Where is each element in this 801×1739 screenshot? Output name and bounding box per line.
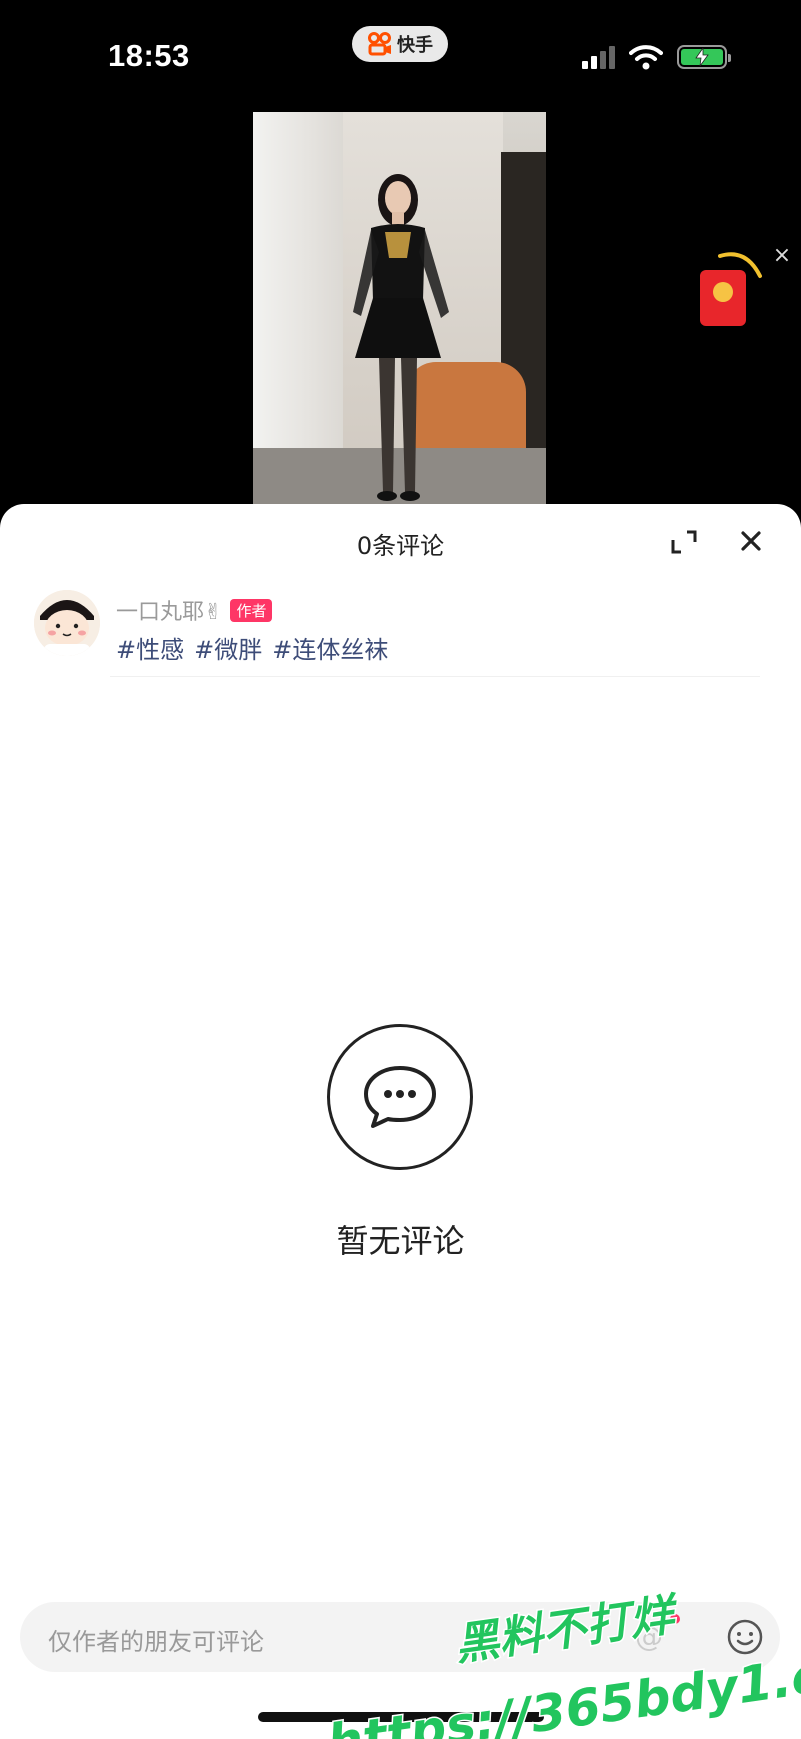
wifi-icon xyxy=(629,45,663,70)
hashtag-list: #性感 #微胖 #连体丝袜 xyxy=(116,630,388,665)
battery-icon xyxy=(677,45,731,69)
comment-input[interactable]: 仅作者的朋友可评论 @ xyxy=(20,1602,780,1672)
hashtag-link[interactable]: #性感 xyxy=(116,630,184,665)
expand-icon[interactable] xyxy=(668,526,700,558)
app-name-label: 快手 xyxy=(397,35,433,56)
avatar[interactable] xyxy=(34,590,100,656)
author-name-text: 一口丸耶✌ xyxy=(116,600,223,625)
red-packet-icon xyxy=(713,282,733,302)
notification-dot xyxy=(670,1614,680,1624)
mention-icon[interactable]: @ xyxy=(632,1620,666,1654)
status-time: 18:53 xyxy=(108,38,190,73)
status-icons xyxy=(582,44,731,70)
chat-bubble-icon xyxy=(364,1066,436,1128)
video-person-figure xyxy=(353,174,449,501)
author-badge: 作者 xyxy=(230,599,273,622)
author-name[interactable]: 一口丸耶✌ 作者 xyxy=(116,594,273,626)
hashtag-link[interactable]: #微胖 xyxy=(194,630,262,665)
charging-bolt-icon xyxy=(679,47,725,67)
emoji-icon[interactable] xyxy=(726,1618,764,1656)
empty-comments-text: 暂无评论 xyxy=(336,1222,465,1260)
red-packet-close-icon[interactable]: × xyxy=(770,244,794,268)
avatar-cartoon-icon xyxy=(34,590,100,656)
divider xyxy=(110,676,760,677)
close-icon[interactable] xyxy=(734,524,768,558)
cellular-signal-icon xyxy=(582,45,615,69)
kuaishou-logo-icon xyxy=(368,32,391,56)
screen: 18:53 快手 × 0条评论 一口丸耶✌ 作者 #性感 #微胖 #连体丝袜 暂… xyxy=(0,0,801,1739)
author-caption-row: 一口丸耶✌ 作者 #性感 #微胖 #连体丝袜 xyxy=(34,590,774,670)
comment-input-placeholder: 仅作者的朋友可评论 xyxy=(48,1628,264,1656)
status-bar: 18:53 快手 xyxy=(0,0,801,110)
red-packet-button[interactable] xyxy=(700,270,746,326)
empty-comments-circle xyxy=(327,1024,473,1170)
app-indicator-pill[interactable]: 快手 xyxy=(352,26,448,62)
home-indicator xyxy=(258,1712,544,1722)
video-player[interactable] xyxy=(253,112,546,508)
empty-state: 暂无评论 xyxy=(0,1024,801,1264)
hashtag-link[interactable]: #连体丝袜 xyxy=(272,630,388,665)
comments-sheet: 0条评论 一口丸耶✌ 作者 #性感 #微胖 #连体丝袜 暂无评论 仅作者的朋友可… xyxy=(0,504,801,1739)
